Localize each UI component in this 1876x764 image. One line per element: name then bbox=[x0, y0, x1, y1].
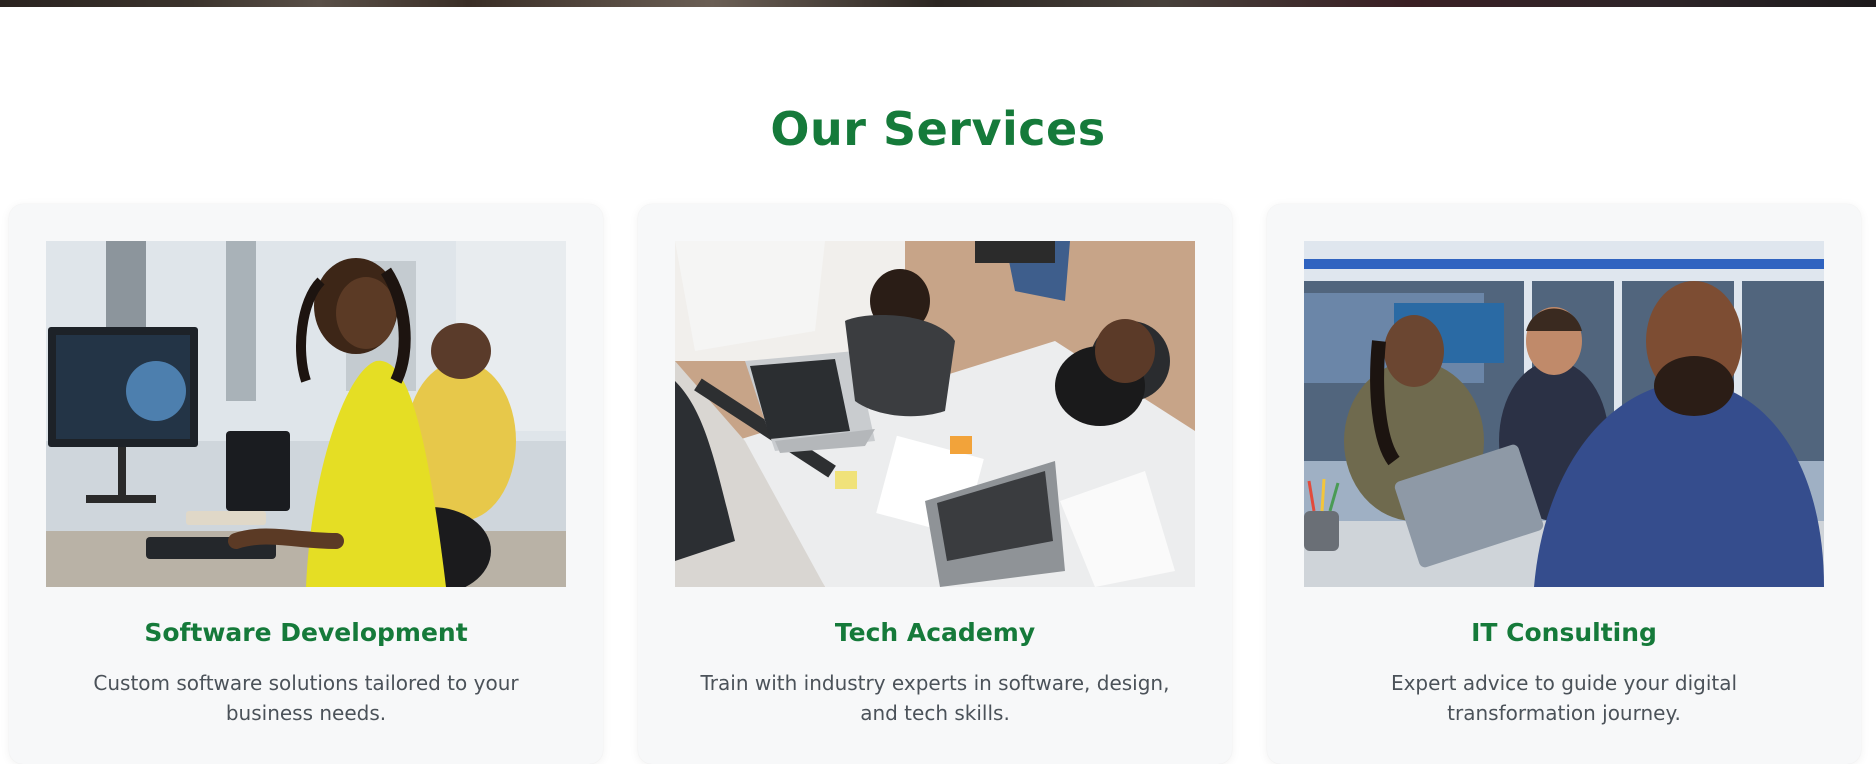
card-description: Train with industry experts in software,… bbox=[700, 671, 1170, 725]
service-card-software-development[interactable]: Software Development Custom software sol… bbox=[9, 204, 603, 764]
service-card-tech-academy[interactable]: Tech Academy Train with industry experts… bbox=[638, 204, 1232, 764]
service-image-it-consulting bbox=[1304, 241, 1824, 587]
hero-image-bottom-edge bbox=[0, 0, 1876, 7]
service-card-it-consulting[interactable]: IT Consulting Expert advice to guide you… bbox=[1267, 204, 1861, 764]
card-description: Expert advice to guide your digital tran… bbox=[1390, 671, 1738, 725]
card-title: Software Development bbox=[144, 618, 468, 647]
card-title: IT Consulting bbox=[1471, 618, 1657, 647]
service-image-software-development bbox=[46, 241, 566, 587]
service-image-tech-academy bbox=[675, 241, 1195, 587]
card-description: Custom software solutions tailored to yo… bbox=[93, 671, 519, 725]
section-title: Our Services bbox=[770, 102, 1106, 156]
card-title: Tech Academy bbox=[834, 618, 1036, 647]
